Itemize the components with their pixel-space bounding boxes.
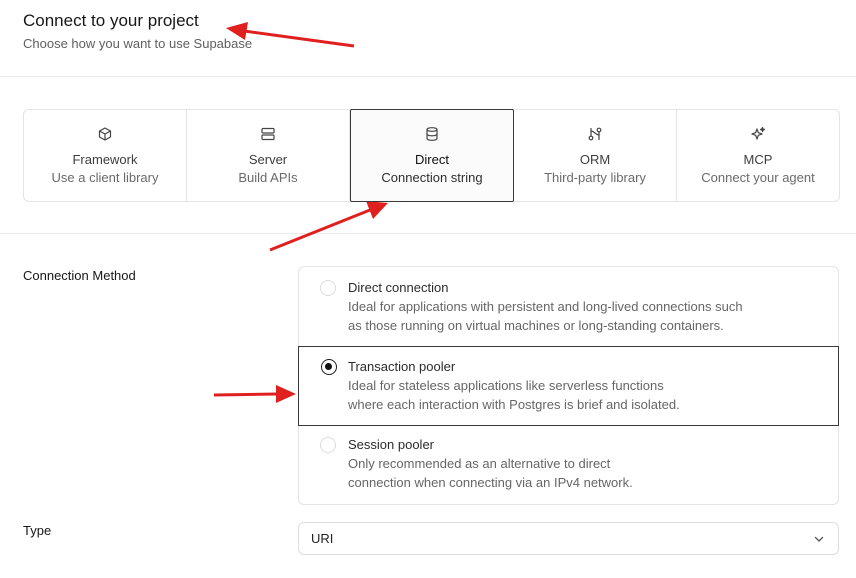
page-subtitle: Choose how you want to use Supabase — [23, 36, 253, 51]
chevron-down-icon — [814, 536, 824, 542]
option-session-pooler[interactable]: Session pooler Only recommended as an al… — [299, 426, 838, 504]
server-icon — [261, 127, 275, 141]
option-description: Ideal for stateless applications like se… — [348, 378, 664, 393]
tab-label: Direct — [415, 152, 449, 167]
connection-method-radio-group: Direct connection Ideal for applications… — [298, 266, 839, 505]
cube-icon — [98, 127, 112, 141]
page-title: Connect to your project — [23, 11, 199, 30]
type-select-value: URI — [311, 531, 334, 546]
dialog-header: Connect to your project Choose how you w… — [0, 0, 856, 77]
option-direct-connection[interactable]: Direct connection Ideal for applications… — [299, 267, 838, 347]
orm-icon — [588, 127, 602, 141]
option-transaction-pooler[interactable]: Transaction pooler Ideal for stateless a… — [298, 346, 839, 426]
annotation-arrow — [213, 385, 296, 403]
annotation-arrow — [269, 201, 388, 252]
tab-direct[interactable]: Direct Connection string — [350, 109, 514, 202]
sparkles-icon — [751, 126, 766, 140]
connection-type-tabs: Framework Use a client library Server Bu… — [23, 109, 840, 202]
tab-description: Connect your agent — [701, 170, 815, 185]
option-description: as those running on virtual machines or … — [348, 318, 724, 333]
option-title: Session pooler — [348, 437, 434, 452]
tab-framework[interactable]: Framework Use a client library — [24, 110, 187, 201]
tab-description: Connection string — [381, 170, 483, 185]
radio-button-selected[interactable] — [321, 359, 337, 375]
tab-description: Use a client library — [51, 170, 159, 185]
radio-button[interactable] — [320, 437, 336, 453]
tab-description: Build APIs — [238, 170, 298, 185]
radio-button[interactable] — [320, 280, 336, 296]
connection-method-label: Connection Method — [23, 268, 136, 283]
database-icon — [426, 127, 438, 141]
option-description: where each interaction with Postgres is … — [348, 397, 680, 412]
type-select[interactable]: URI — [298, 522, 839, 555]
option-title: Transaction pooler — [348, 359, 456, 374]
tab-description: Third-party library — [544, 170, 646, 185]
tab-server[interactable]: Server Build APIs — [187, 110, 350, 201]
tab-label: Framework — [72, 152, 138, 167]
tab-orm[interactable]: ORM Third-party library — [514, 110, 677, 201]
tab-label: ORM — [579, 152, 611, 167]
tab-label: MCP — [743, 152, 773, 167]
tab-label: Server — [248, 152, 288, 167]
tab-mcp[interactable]: MCP Connect your agent — [677, 110, 839, 201]
section-divider — [0, 233, 856, 234]
option-description: connection when connecting via an IPv4 n… — [348, 475, 633, 490]
type-label: Type — [23, 523, 52, 538]
option-title: Direct connection — [348, 280, 449, 295]
option-description: Ideal for applications with persistent a… — [348, 299, 743, 314]
option-description: Only recommended as an alternative to di… — [348, 456, 611, 471]
